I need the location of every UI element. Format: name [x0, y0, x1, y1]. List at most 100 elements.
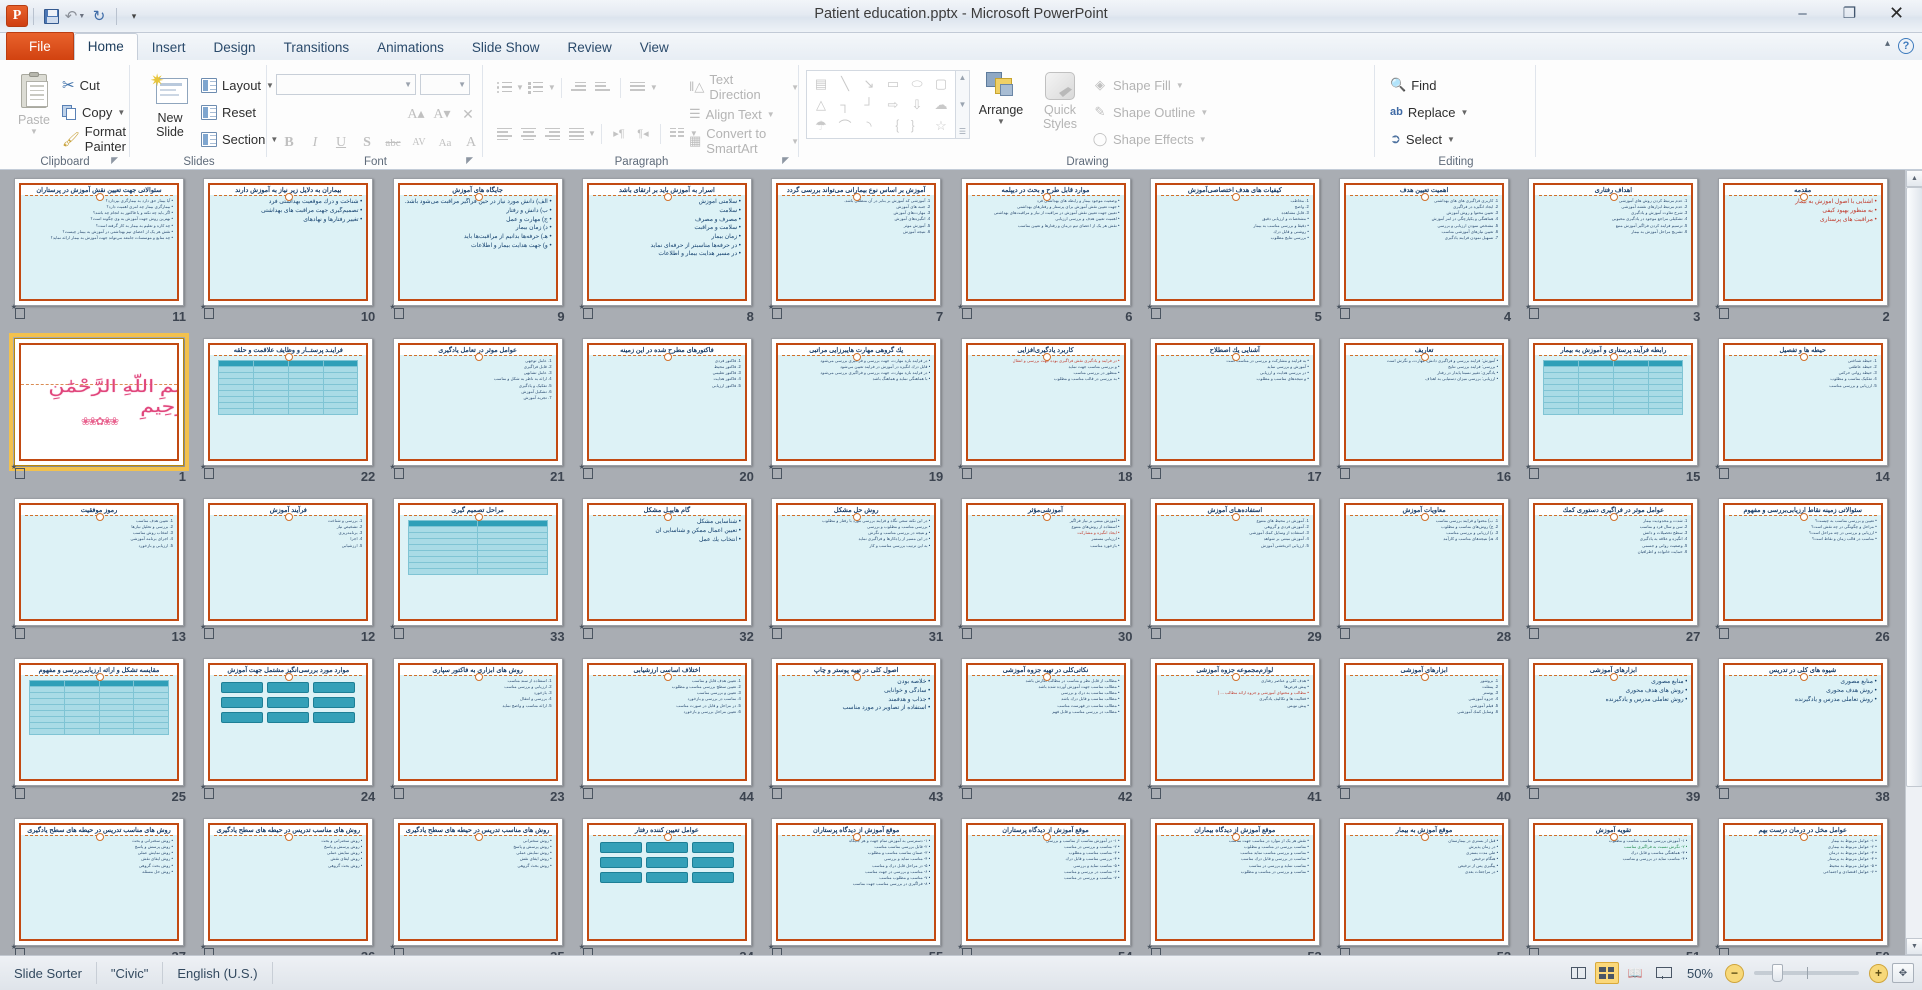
scroll-up-icon[interactable]: ▲: [1906, 170, 1922, 187]
slide-thumbnail-9[interactable]: جایگاه های آموزش • الف) دانش مورد نیاز در…: [392, 178, 563, 306]
slide-transition-icon[interactable]: [1719, 628, 1733, 641]
tab-animations[interactable]: Animations: [363, 34, 458, 61]
shape-item-16[interactable]: ｝: [905, 115, 929, 136]
slide-transition-icon[interactable]: [772, 468, 786, 481]
slide-transition-icon[interactable]: [583, 468, 597, 481]
slide-transition-icon[interactable]: [204, 788, 218, 801]
slide-transition-icon[interactable]: [204, 468, 218, 481]
shape-item-1[interactable]: ╲: [833, 73, 857, 94]
slide-thumbnail-10[interactable]: بیماران به دلایل زیر نیاز به آموزش دارند…: [203, 178, 374, 306]
shape-item-2[interactable]: ↘: [857, 73, 881, 94]
slide-thumbnail-38[interactable]: شیوه های کلی در تدریس • منابع مصوری • روش …: [1717, 658, 1888, 786]
strikethrough-button[interactable]: abc: [380, 130, 406, 155]
slide-thumbnail-43[interactable]: اصول کلی در تهیه پوستر و چاپ • خلاصه بودن…: [771, 658, 942, 786]
reading-view-button[interactable]: 📖: [1623, 962, 1647, 984]
slide-thumbnail-8[interactable]: اسرار به آموزش باید بر ارتقای باشد • سلام…: [581, 178, 752, 306]
slide-transition-icon[interactable]: [962, 308, 976, 321]
scrollbar-thumb[interactable]: [1906, 187, 1922, 787]
text-direction-button[interactable]: ‖△ Text Direction ▼: [689, 72, 799, 102]
slide-thumbnail-35[interactable]: روش های مناسب تدریس در حیطه های سطح یادگ…: [392, 818, 563, 946]
reset-button[interactable]: Reset: [201, 99, 256, 125]
font-dialog-launcher[interactable]: ◤: [466, 155, 473, 166]
shape-item-6[interactable]: △: [809, 94, 833, 115]
new-slide-button[interactable]: ✷ New Slide: [141, 72, 199, 140]
slide-thumbnail-2[interactable]: مقدمه • آشنایی با اصول آموزش به بیمار • به…: [1717, 178, 1888, 306]
slide-thumbnail-24[interactable]: موارد مورد بررسی‌انگیز مشتمل جهت آموزش: [203, 658, 374, 786]
slide-transition-icon[interactable]: [15, 468, 29, 481]
paste-button[interactable]: Paste ▼: [8, 72, 60, 136]
shape-item-0[interactable]: ▤: [809, 73, 833, 94]
shape-item-17[interactable]: ☆: [929, 115, 953, 136]
slide-thumbnail-54[interactable]: موقع آموزش از دیدگاه پرستاران • ۱- در آمو…: [960, 818, 1131, 946]
align-left-icon[interactable]: [492, 122, 516, 145]
line-spacing-icon[interactable]: [626, 76, 650, 99]
slide-transition-icon[interactable]: [15, 308, 29, 321]
zoom-percent-label[interactable]: 50%: [1679, 966, 1721, 981]
slide-thumbnail-26[interactable]: سئوالاتی زمینه نقاط ارزیابی‌بررسی و مفهو…: [1717, 498, 1888, 626]
slide-thumbnail-53[interactable]: موقع آموزش از دیدگاه بیماران • نقش هر یک …: [1149, 818, 1320, 946]
shape-item-3[interactable]: ▭: [881, 73, 905, 94]
arrange-button[interactable]: Arrange ▼: [972, 72, 1030, 126]
align-text-button[interactable]: ☰ Align Text ▼: [689, 101, 775, 127]
slide-transition-icon[interactable]: [962, 468, 976, 481]
slide-transition-icon[interactable]: [15, 948, 29, 955]
slide-thumbnail-30[interactable]: آموزشی‌مؤثر • آموزش مبتنی بر نیاز فراگیر •…: [960, 498, 1131, 626]
align-center-icon[interactable]: [516, 122, 540, 145]
slide-thumbnail-31[interactable]: روش حل مشكل • در این نکته سعی نگاه و فرای…: [771, 498, 942, 626]
bullets-icon[interactable]: [492, 76, 516, 99]
slide-thumbnail-33[interactable]: مراحل تصمیم گیری: [392, 498, 563, 626]
format-painter-button[interactable]: 🖌 Format Painter: [62, 124, 130, 154]
restore-button[interactable]: ❐: [1826, 0, 1873, 26]
increase-indent-icon[interactable]: [591, 76, 615, 99]
slide-thumbnail-50[interactable]: عوامل مخل در درمان درست بهم • ۱- عوامل مر…: [1717, 818, 1888, 946]
minimize-button[interactable]: –: [1779, 0, 1826, 26]
shapes-scroll-up-icon[interactable]: ▲: [959, 73, 967, 82]
slide-thumbnail-55[interactable]: موقع آموزش از دیدگاه پرستاران • ۱- دسترسی…: [771, 818, 942, 946]
shapes-scroll-down-icon[interactable]: ▼: [959, 100, 967, 109]
slide-thumbnail-32[interactable]: گام هایپـل مشکل • شناسایی مشکل • تعیین اعم…: [581, 498, 752, 626]
cut-button[interactable]: ✂ Cut: [62, 72, 100, 98]
slide-transition-icon[interactable]: [1151, 788, 1165, 801]
slide-transition-icon[interactable]: [1719, 308, 1733, 321]
slide-transition-icon[interactable]: [772, 788, 786, 801]
slide-thumbnail-13[interactable]: رموز موفقیت 1. تعیین هدف مناسب 2. بررسی و …: [14, 498, 184, 626]
decrease-indent-icon[interactable]: [567, 76, 591, 99]
slide-thumbnail-21[interactable]: عوامل موثر در تعامل یادگیری 1. عامل توجهی…: [392, 338, 563, 466]
slide-thumbnail-36[interactable]: روش های مناسب تدریس در حیطه های سطح یادگ…: [203, 818, 374, 946]
slide-transition-icon[interactable]: [15, 788, 29, 801]
slide-transition-icon[interactable]: [1340, 628, 1354, 641]
slide-transition-icon[interactable]: [772, 308, 786, 321]
slide-transition-icon[interactable]: [15, 628, 29, 641]
shapes-more-icon[interactable]: ☰: [959, 127, 966, 136]
slide-transition-icon[interactable]: [583, 948, 597, 955]
tab-file[interactable]: File: [6, 32, 74, 61]
italic-button[interactable]: I: [302, 130, 328, 155]
slide-thumbnail-22[interactable]: فراینـد پرستــار و وظایف علاقمت و حلقه: [203, 338, 374, 466]
slide-sorter-pane[interactable]: سئوالاتی جهت تعیین نقش آموزش در پرستاران…: [0, 170, 1922, 955]
slide-thumbnail-17[interactable]: آشنایی یك اصطلاح • به فرایند و مشارکت و ب…: [1149, 338, 1320, 466]
clear-formatting-icon[interactable]: ✕: [455, 102, 481, 127]
slide-thumbnail-40[interactable]: ابزارهای آموزشی 1. بروشور 2. پمفلت 3. پوستر…: [1339, 658, 1510, 786]
slide-thumbnail-37[interactable]: روش های مناسب تدریس در حیطه های سطح یادگ…: [14, 818, 184, 946]
status-theme[interactable]: "Civic": [97, 962, 164, 984]
slide-transition-icon[interactable]: [1719, 948, 1733, 955]
minimize-ribbon-icon[interactable]: ▴: [1885, 38, 1890, 54]
slide-transition-icon[interactable]: [1529, 468, 1543, 481]
slide-transition-icon[interactable]: [962, 948, 976, 955]
slide-thumbnail-4[interactable]: اهمیت تعیین هدف 1. کاربری فراگیری های های…: [1339, 178, 1510, 306]
character-spacing-button[interactable]: AV: [406, 130, 432, 155]
zoom-in-button[interactable]: +: [1869, 963, 1888, 983]
slide-transition-icon[interactable]: [1151, 308, 1165, 321]
justify-icon[interactable]: [564, 122, 588, 145]
slide-transition-icon[interactable]: [1529, 948, 1543, 955]
slide-sorter-scrollbar[interactable]: ▲ ▼: [1905, 170, 1922, 955]
shape-item-9[interactable]: ⇨: [881, 94, 905, 115]
slide-transition-icon[interactable]: [394, 788, 408, 801]
slide-thumbnail-12[interactable]: فرآیند آموزش 1. بررسی و شناخت 2. تشخیص نیا…: [203, 498, 374, 626]
shape-item-8[interactable]: ┘: [857, 94, 881, 115]
find-button[interactable]: 🔍 Find: [1390, 72, 1436, 98]
slide-thumbnail-41[interactable]: لوازم‌مجموعه جزوه آموزشی • هدف کلی و عناص…: [1149, 658, 1320, 786]
slide-transition-icon[interactable]: [962, 628, 976, 641]
shapes-gallery-scroll[interactable]: ▲ ▼ ☰: [956, 70, 970, 139]
slide-thumbnail-29[interactable]: استفاده‌هـای آموزش 1. آموزش در محیط های م…: [1149, 498, 1320, 626]
